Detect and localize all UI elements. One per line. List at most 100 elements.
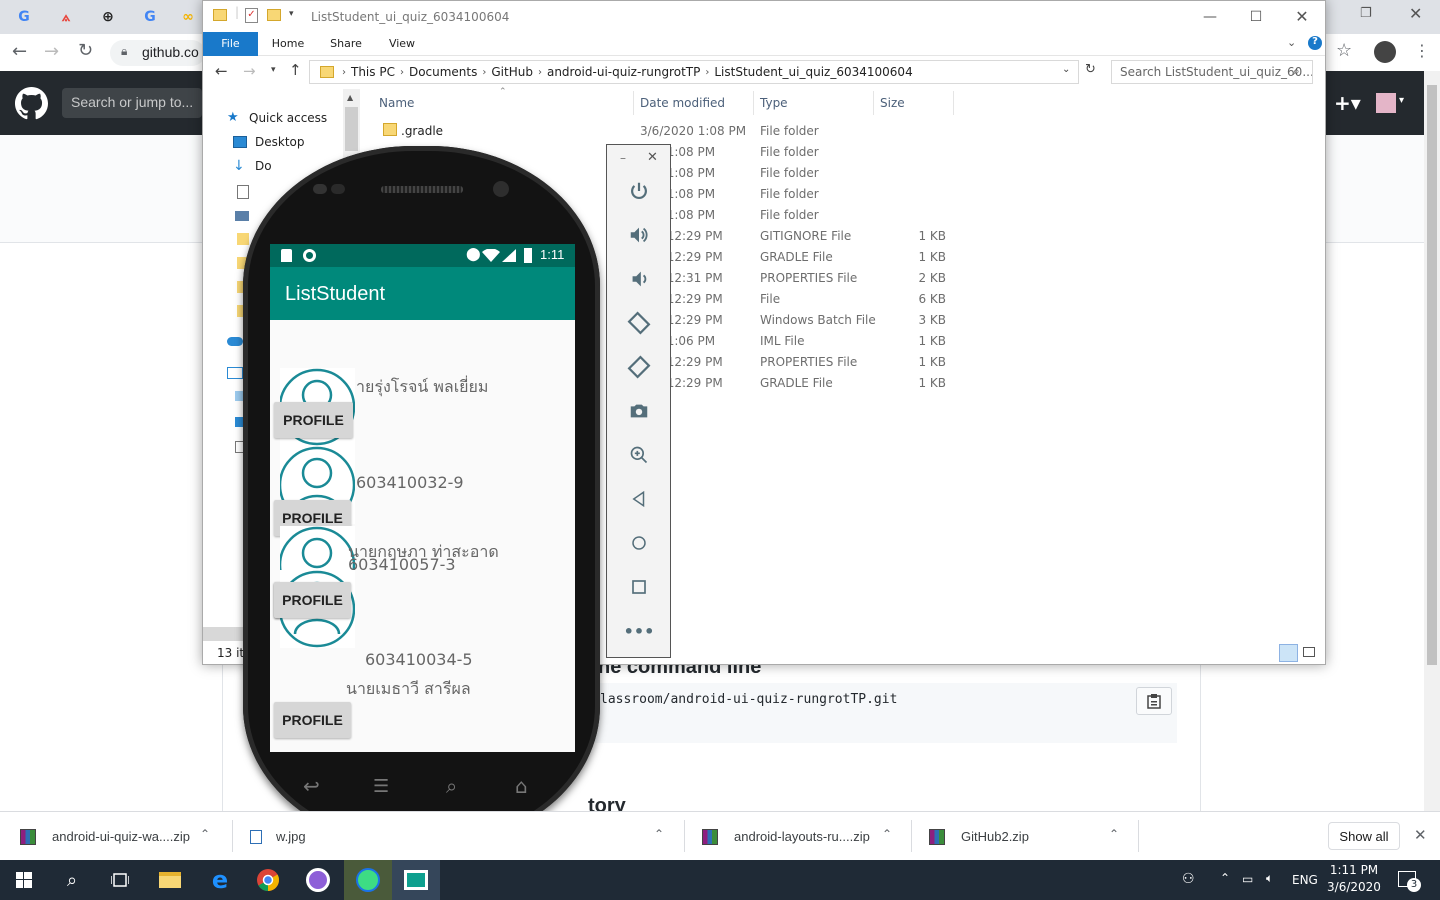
profile-button-4[interactable]: PROFILE — [274, 702, 351, 738]
chevron-up-icon[interactable]: ⌃ — [882, 827, 892, 841]
breadcrumb-documents[interactable]: Documents — [409, 65, 477, 79]
star-icon[interactable]: ☆ — [1336, 40, 1352, 61]
details-view-icon[interactable] — [1279, 644, 1298, 662]
user-avatar[interactable] — [1376, 93, 1396, 113]
column-name[interactable]: Name — [379, 96, 414, 110]
customize-dropdown-icon[interactable]: ▾ — [289, 9, 294, 19]
profile-button-1[interactable]: PROFILE — [274, 402, 353, 438]
reload-icon[interactable]: ↻ — [78, 40, 93, 61]
column-type[interactable]: Type — [760, 96, 788, 110]
volume-up-icon[interactable] — [625, 221, 653, 249]
start-button[interactable] — [0, 860, 48, 900]
link-icon[interactable]: ∞ — [176, 6, 200, 28]
column-size[interactable]: Size — [880, 96, 905, 110]
back-arrow-icon[interactable]: ← — [12, 41, 27, 62]
edge-app-icon[interactable]: e — [196, 860, 244, 900]
language-indicator[interactable]: ENG — [1292, 873, 1318, 887]
tab-view[interactable]: View — [379, 32, 425, 56]
more-icon[interactable]: ••• — [624, 617, 655, 645]
people-icon[interactable]: ⚇ — [1182, 871, 1195, 887]
overview-icon[interactable] — [625, 573, 653, 601]
volume-icon[interactable]: 🔈︎ — [1266, 871, 1273, 886]
chevron-down-icon[interactable]: ▾ — [1399, 95, 1404, 106]
breadcrumb-current[interactable]: ListStudent_ui_quiz_6034100604 — [714, 65, 912, 79]
minimize-icon[interactable]: – — [620, 151, 626, 165]
back-icon[interactable] — [625, 485, 653, 513]
refresh-icon[interactable]: ↻ — [1085, 62, 1096, 77]
app-icon-purple[interactable] — [294, 860, 342, 900]
hw-back-icon[interactable]: ↩ — [303, 774, 320, 798]
file-explorer-app-icon[interactable] — [146, 860, 194, 900]
download-item-2[interactable]: w.jpg ⌃ — [250, 812, 675, 861]
search-icon[interactable]: ⌕ — [48, 860, 96, 900]
nav-quick-access[interactable]: ★ Quick access — [227, 107, 327, 129]
hw-search-icon[interactable]: ⌕ — [446, 774, 457, 798]
rotate-left-icon[interactable] — [625, 309, 653, 337]
emulator-app-icon[interactable] — [392, 860, 440, 900]
properties-icon[interactable]: ✓ — [245, 8, 258, 23]
hw-menu-icon[interactable]: ☰ — [373, 776, 389, 797]
close-icon[interactable]: ✕ — [647, 150, 658, 165]
breadcrumb-github[interactable]: GitHub — [491, 65, 533, 79]
omnibox[interactable]: 🔒︎ github.co — [110, 40, 205, 66]
nav-downloads[interactable]: ↓ Do — [233, 155, 272, 177]
close-icon[interactable]: ✕ — [1409, 4, 1422, 23]
home-icon[interactable] — [625, 529, 653, 557]
address-bar[interactable]: › This PC › Documents › GitHub › android-ui-… — [309, 60, 1079, 84]
forward-arrow-icon[interactable]: → — [243, 62, 256, 80]
back-arrow-icon[interactable]: ← — [215, 62, 228, 80]
forward-arrow-icon[interactable]: → — [44, 41, 59, 62]
tab-home[interactable]: Home — [265, 32, 311, 56]
nav-desktop[interactable]: Desktop 📌︎ — [233, 131, 361, 153]
profile-avatar[interactable] — [1374, 41, 1396, 63]
up-arrow-icon[interactable]: ↑ — [289, 61, 302, 79]
hw-home-icon[interactable]: ⌂ — [515, 774, 528, 798]
download-item-4[interactable]: GitHub2.zip ⌃ — [929, 812, 1129, 861]
maximize-button[interactable]: ☐ — [1233, 1, 1279, 32]
network-icon[interactable]: ▭ — [1242, 872, 1253, 886]
file-row[interactable]: .gradle 3/6/2020 1:08 PM File folder — [373, 121, 1153, 142]
rotate-right-icon[interactable] — [625, 353, 653, 381]
minimize-button[interactable]: — — [1187, 1, 1233, 32]
google-icon[interactable]: G — [138, 6, 162, 28]
clone-url-text[interactable]: lassroom/android-ui-quiz-rungrotTP.git — [600, 692, 897, 707]
android-studio-app-icon[interactable] — [344, 860, 392, 900]
restore-icon[interactable]: ❐ — [1360, 6, 1372, 21]
taskbar-clock[interactable]: 1:11 PM 3/6/2020 — [1318, 862, 1390, 896]
download-item-3[interactable]: android-layouts-ru....zip ⌃ — [702, 812, 902, 861]
show-all-button[interactable]: Show all — [1328, 822, 1400, 850]
close-downloads-icon[interactable]: ✕ — [1414, 826, 1427, 844]
cross-app-icon[interactable]: ⊕ — [96, 6, 120, 28]
explorer-search-input[interactable]: Search ListStudent_ui_quiz_60... — [1111, 60, 1313, 84]
copy-button[interactable] — [1136, 687, 1172, 715]
close-button[interactable]: ✕ — [1279, 1, 1325, 32]
page-scrollbar[interactable] — [1424, 71, 1440, 811]
github-logo-icon[interactable] — [15, 87, 48, 120]
power-icon[interactable] — [625, 177, 653, 205]
task-view-icon[interactable] — [96, 860, 144, 900]
camera-icon[interactable] — [625, 397, 653, 425]
volume-down-icon[interactable] — [625, 265, 653, 293]
chevron-up-icon[interactable]: ⌃ — [654, 827, 664, 841]
chrome-app-icon[interactable] — [244, 860, 292, 900]
chevron-up-icon[interactable]: ⌃ — [1109, 827, 1119, 841]
tab-file[interactable]: File — [203, 32, 258, 56]
new-folder-icon[interactable] — [267, 9, 281, 21]
notification-icon[interactable]: 3 — [1398, 871, 1421, 892]
large-icons-view-icon[interactable] — [1303, 647, 1315, 657]
column-date[interactable]: Date modified — [640, 96, 725, 110]
zoom-icon[interactable] — [625, 441, 653, 469]
tray-chevron-icon[interactable]: ⌃ — [1220, 871, 1230, 885]
google-icon[interactable]: G — [12, 6, 36, 28]
address-dropdown-icon[interactable]: ⌄ — [1062, 64, 1070, 75]
download-item-1[interactable]: android-ui-quiz-wa....zip ⌃ — [20, 812, 220, 861]
create-new-icon[interactable]: +▾ — [1334, 91, 1361, 115]
menu-dots-icon[interactable]: ⋮ — [1414, 41, 1430, 60]
triangle-app-icon[interactable]: ⟑ — [54, 6, 78, 28]
chevron-up-icon[interactable]: ⌃ — [200, 827, 210, 841]
profile-button-3-overlay[interactable]: PROFILE — [274, 582, 351, 618]
expand-ribbon-icon[interactable]: ⌄ — [1287, 36, 1296, 49]
help-icon[interactable]: ? — [1308, 36, 1322, 50]
horizontal-scrollbar[interactable] — [203, 627, 243, 641]
breadcrumb-repo[interactable]: android-ui-quiz-rungrotTP — [547, 65, 700, 79]
